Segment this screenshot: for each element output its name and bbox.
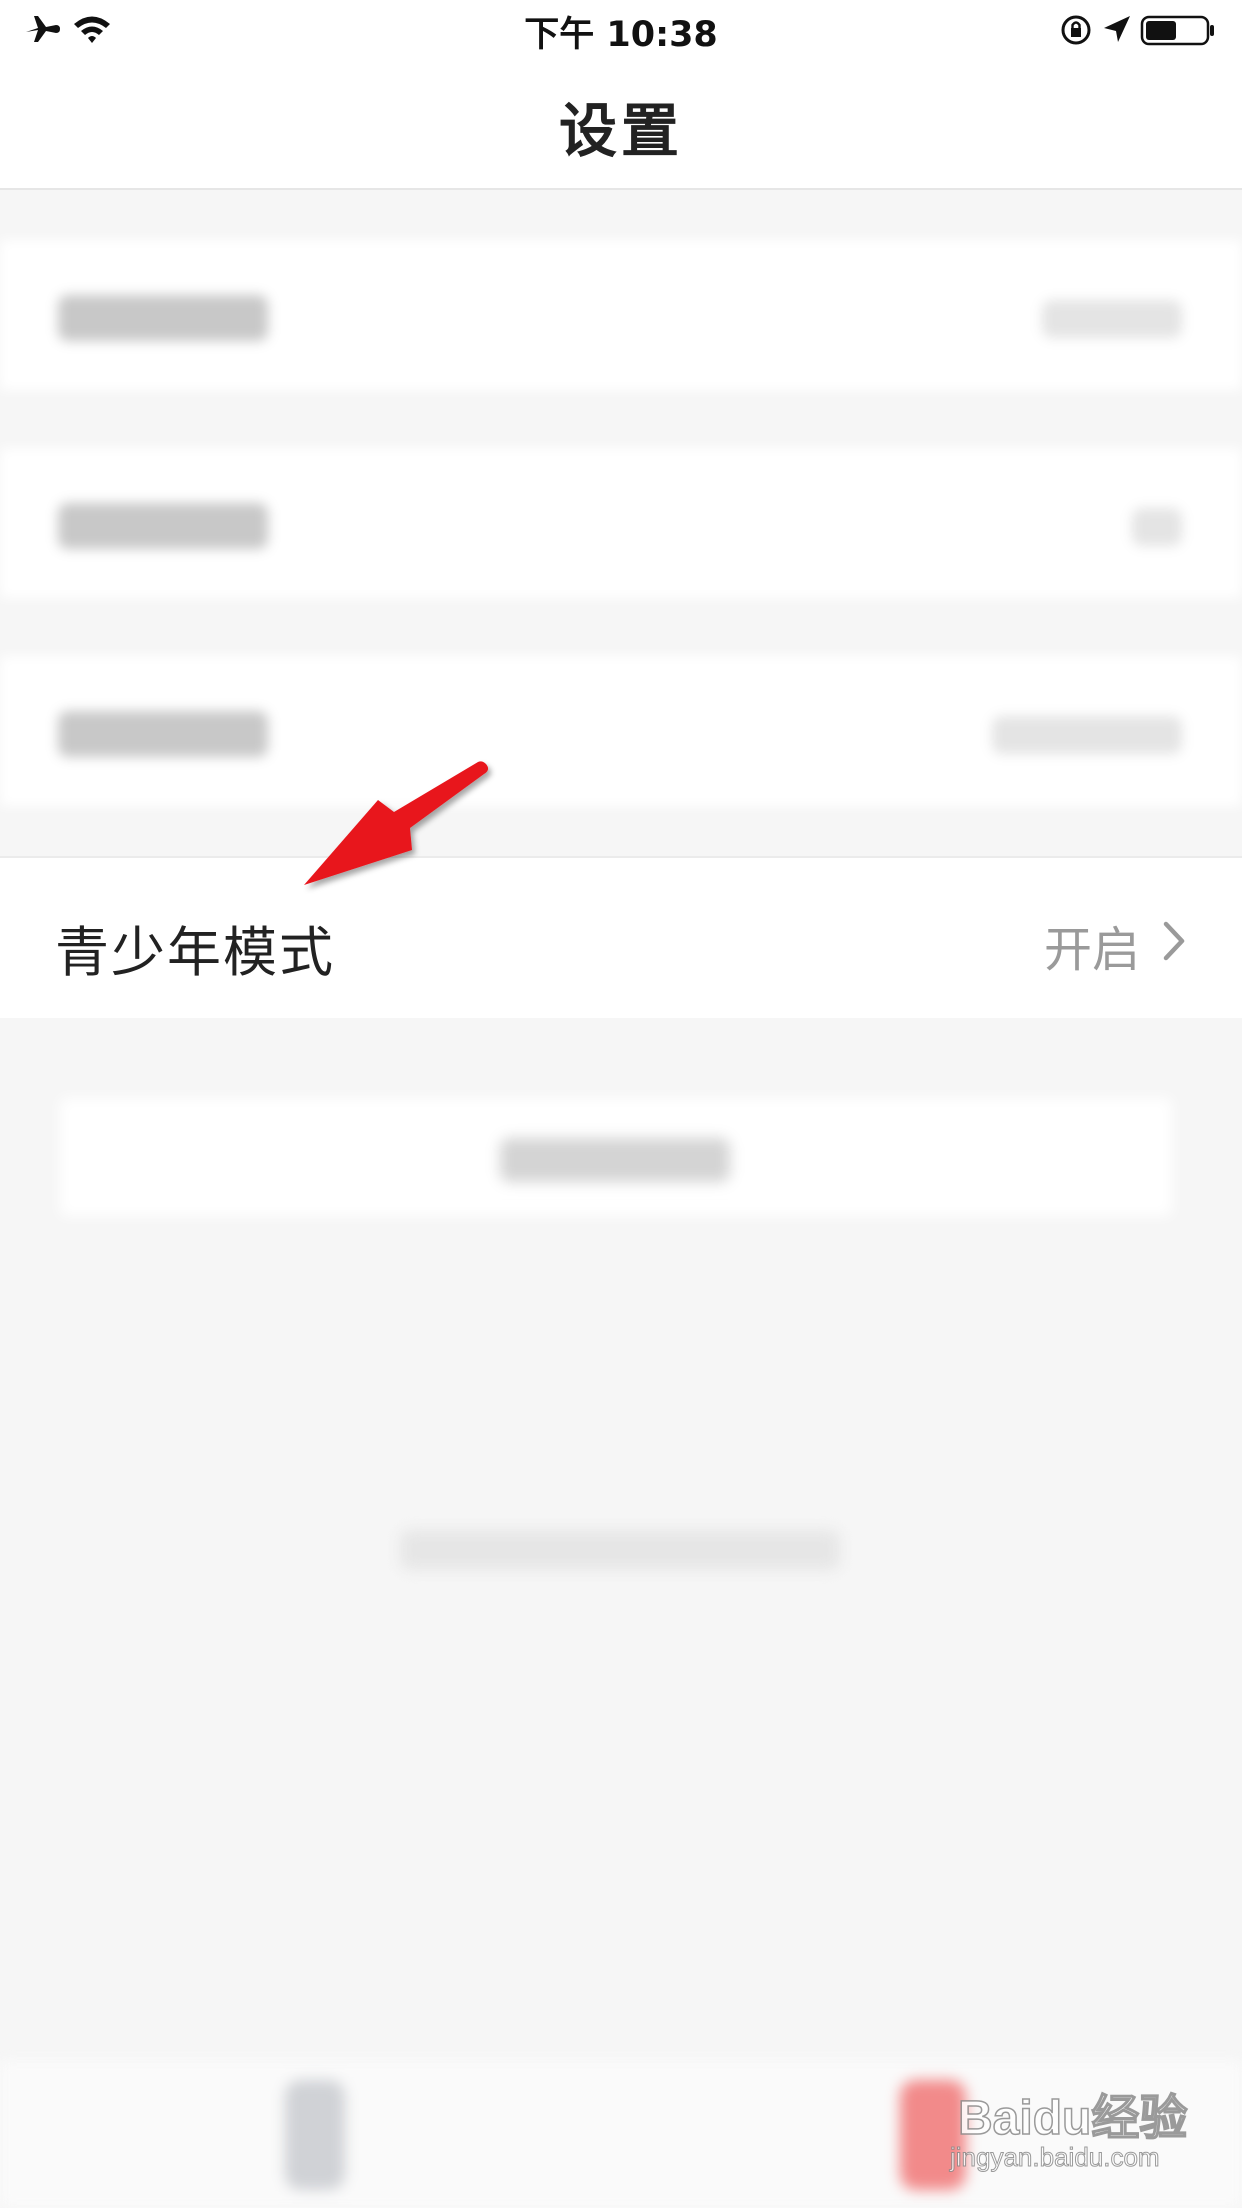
battery-icon xyxy=(1140,15,1214,46)
status-right-icons xyxy=(1061,15,1214,46)
tab-item-obscured[interactable] xyxy=(285,2080,345,2190)
settings-row-obscured[interactable] xyxy=(0,240,1242,390)
obscured-button-label xyxy=(500,1138,730,1182)
location-icon xyxy=(1104,16,1130,42)
settings-row-teen-mode[interactable]: 青少年模式 开启 xyxy=(0,856,1242,1018)
teen-mode-status: 开启 xyxy=(1043,922,1140,978)
status-bar: 下午 10:38 xyxy=(0,0,1242,62)
settings-row-obscured[interactable] xyxy=(0,656,1242,806)
obscured-label xyxy=(58,295,268,341)
obscured-chevron xyxy=(1132,508,1182,546)
watermark-brand: Baidu经验 xyxy=(957,2091,1188,2146)
teen-mode-label: 青少年模式 xyxy=(55,921,335,984)
obscured-footer-text xyxy=(400,1530,840,1570)
status-time: 下午 10:38 xyxy=(524,15,718,55)
annotation-arrow-icon xyxy=(304,761,489,885)
chevron-right-icon xyxy=(1163,921,1185,961)
orientation-lock-icon xyxy=(1061,15,1091,45)
obscured-value xyxy=(1042,300,1182,338)
obscured-label xyxy=(58,503,268,549)
navigation-bar: 设置 xyxy=(0,62,1242,190)
watermark-url: jingyan.baidu.com xyxy=(950,2142,1161,2173)
obscured-value xyxy=(992,716,1182,754)
page-title: 设置 xyxy=(558,97,683,165)
baidu-watermark: Baidu经验 jingyan.baidu.com xyxy=(950,2078,1190,2188)
obscured-button[interactable] xyxy=(60,1098,1172,1216)
settings-row-obscured[interactable] xyxy=(0,448,1242,598)
obscured-label xyxy=(58,711,268,757)
